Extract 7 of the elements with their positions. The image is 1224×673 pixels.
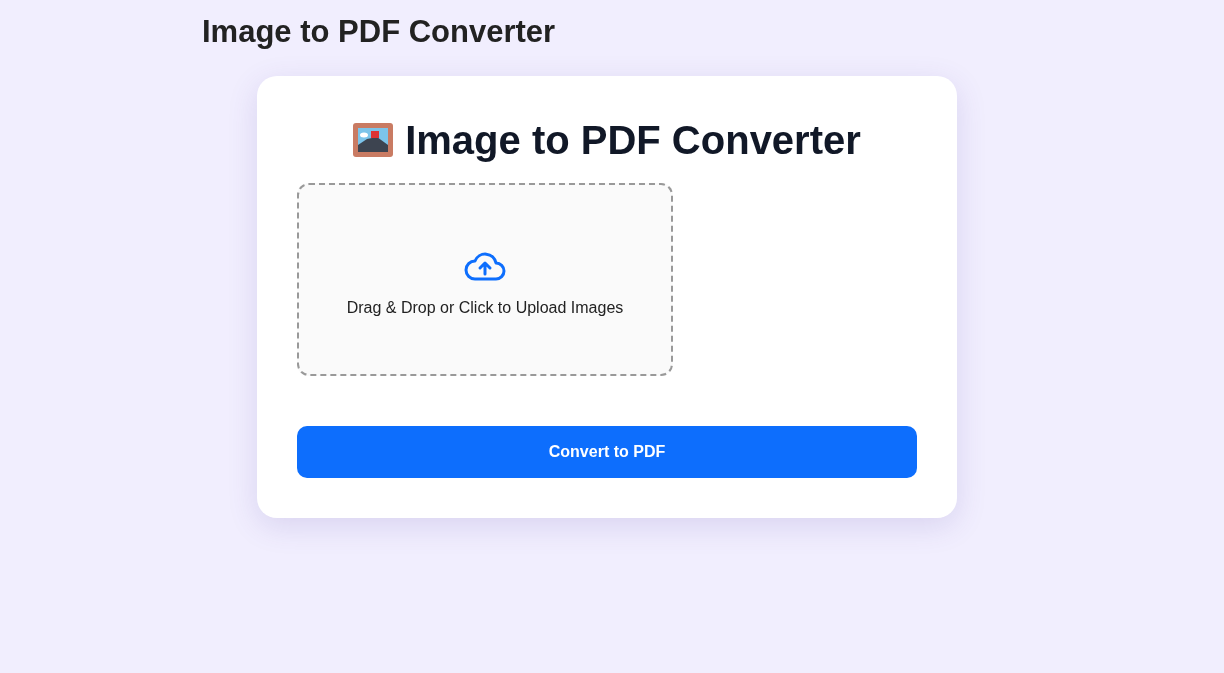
cloud-upload-icon xyxy=(464,251,506,282)
card-title: Image to PDF Converter xyxy=(405,117,861,164)
page-title: Image to PDF Converter xyxy=(202,13,556,51)
upload-dropzone[interactable]: Drag & Drop or Click to Upload Images xyxy=(297,183,673,376)
framed-picture-icon xyxy=(353,123,394,157)
dropzone-label: Drag & Drop or Click to Upload Images xyxy=(346,297,624,318)
convert-button[interactable]: Convert to PDF xyxy=(297,426,917,478)
